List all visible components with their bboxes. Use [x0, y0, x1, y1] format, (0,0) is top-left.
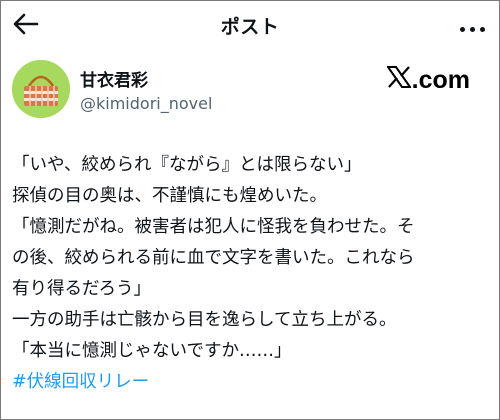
- post-line: 「いや、絞められ『ながら』とは限らない」: [12, 155, 362, 175]
- post-line: 一方の助手は亡骸から目を逸らして立ち上がる。: [12, 310, 397, 330]
- brand-domain-text: .com: [411, 66, 470, 94]
- top-bar: ポスト: [0, 0, 500, 52]
- more-dots-icon: [457, 17, 487, 36]
- avatar[interactable]: [12, 60, 70, 118]
- brand-logo: .com: [385, 66, 470, 95]
- post-line: 有り得るだろう」: [12, 279, 151, 299]
- post-line: の後、絞められる前に血で文字を書いた。これなら: [12, 248, 415, 268]
- author-display-name[interactable]: 甘衣君彩: [80, 66, 148, 91]
- x-logo-icon: [385, 66, 412, 95]
- page-title: ポスト: [220, 16, 280, 38]
- post-line: 「本当に憶測じゃないですか……」: [12, 341, 292, 361]
- post-body: 「いや、絞められ『ながら』とは限らない」 探偵の目の奥は、不謹慎にも煌めいた。 …: [12, 150, 492, 398]
- author-handle[interactable]: @kimidori_novel: [80, 94, 212, 113]
- more-options-button[interactable]: [456, 12, 488, 40]
- hashtag-link[interactable]: #伏線回収リレー: [12, 367, 492, 398]
- post-line: 探偵の目の奥は、不謹慎にも煌めいた。: [12, 186, 327, 206]
- post-line: 「憶測だがね。被害者は犯人に怪我を負わせた。そ: [12, 217, 415, 237]
